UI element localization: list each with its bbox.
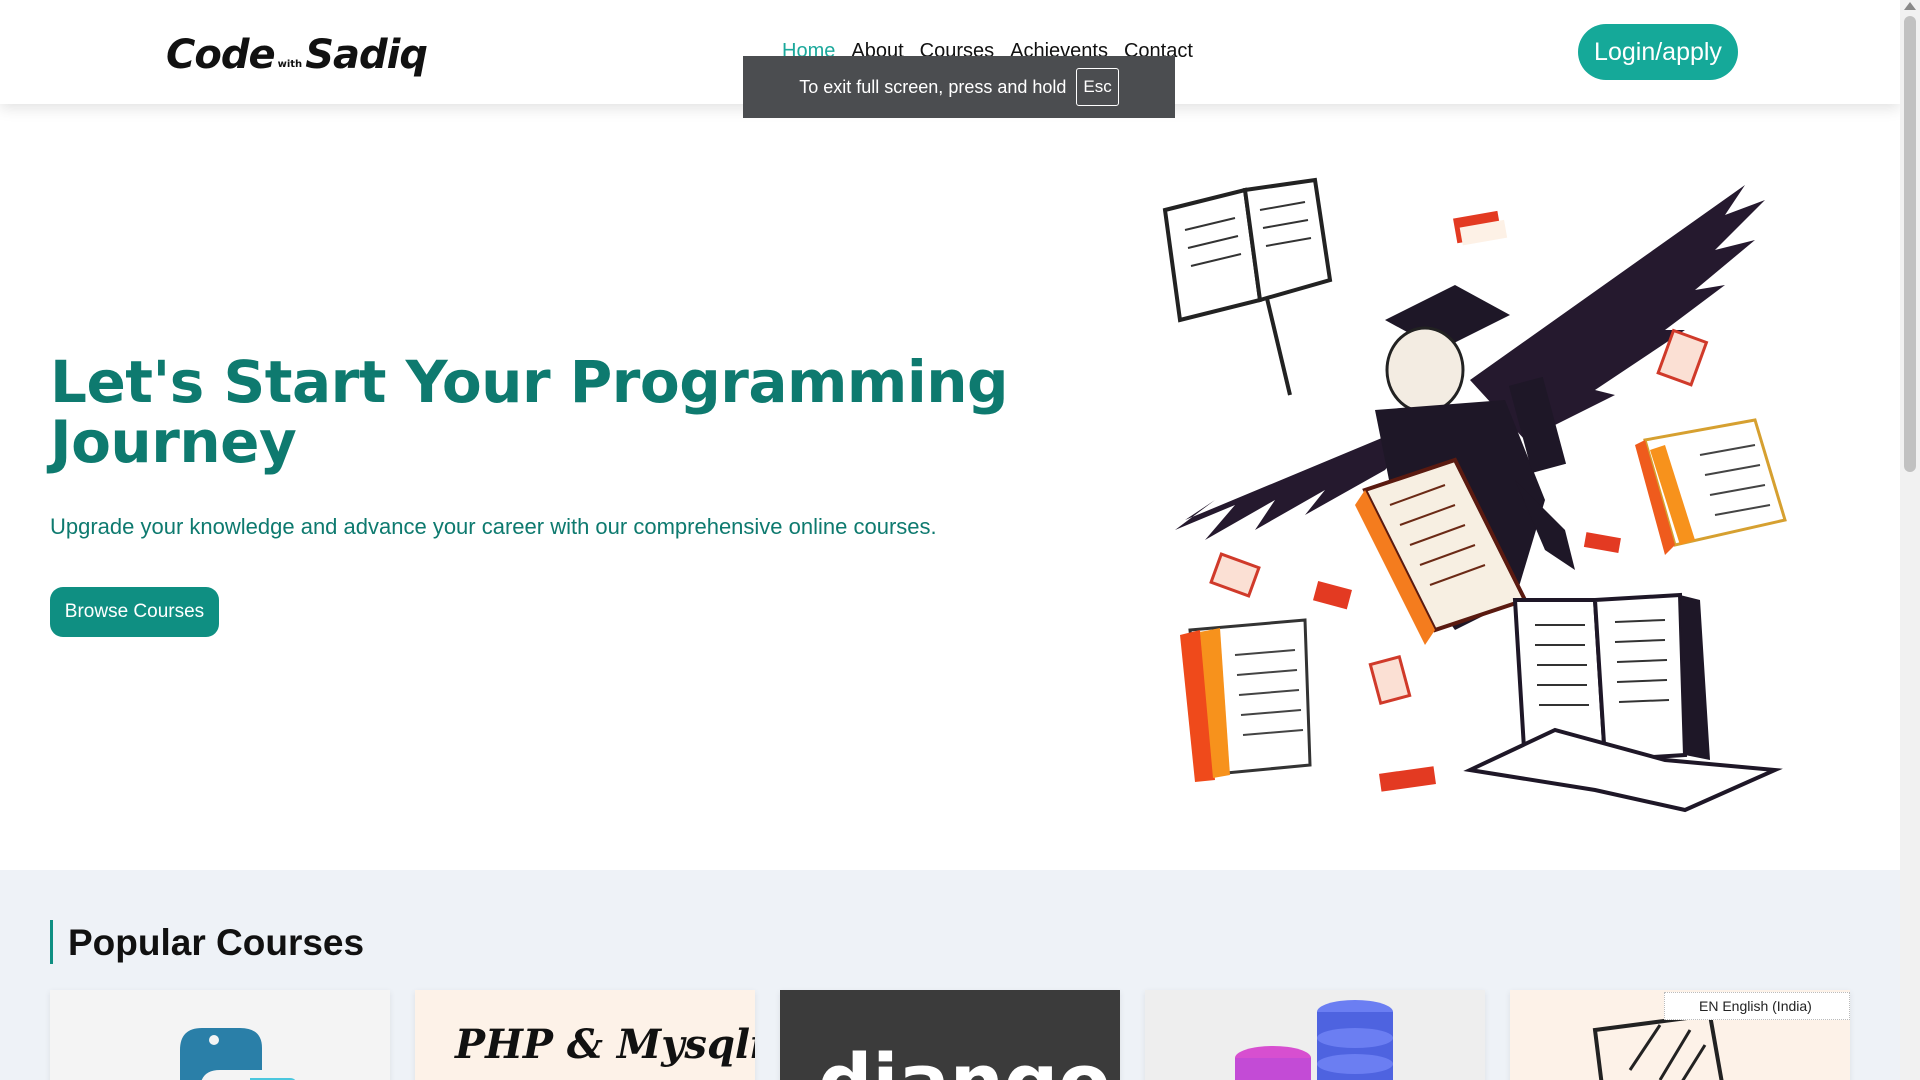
fullscreen-toast-text: To exit full screen, press and hold [799,76,1067,97]
scrollbar-thumb[interactable] [1904,16,1916,472]
open-book-top-left [1162,177,1333,396]
django-banner: django [818,1037,1110,1080]
page: Code with Sadiq Home About Courses Achie… [0,0,1900,1080]
course-card-php-mysqli[interactable]: PHP & Mysqli [415,990,755,1080]
logo-code: Code [166,32,276,78]
hero-title: Let's Start Your Programming Journey [50,348,1009,476]
database-stack-icon [1235,1000,1393,1080]
popular-courses-title: Popular Courses [68,922,365,963]
logo-with: with [277,59,303,70]
orange-book-right [1635,418,1787,555]
hero-illustration [1162,177,1787,813]
django-text: django [818,1037,1110,1080]
logo[interactable]: Code with Sadiq [166,28,428,78]
popular-courses-heading: Popular Courses [50,920,364,964]
open-book-bottom-right [1463,592,1783,813]
python-icon [180,1028,296,1080]
php-mysqli-banner: PHP & Mysqli [454,1021,755,1068]
hero-subtitle: Upgrade your knowledge and advance your … [50,514,937,539]
page-scrollbar[interactable] [1900,0,1920,1080]
language-indicator[interactable]: EN English (India) [1664,992,1850,1020]
course-card-python[interactable] [50,990,390,1080]
login-apply-button[interactable]: Login/apply [1578,24,1738,80]
esc-key-badge: Esc [1076,68,1119,106]
php-mysqli-text: PHP & Mysqli [454,1021,755,1068]
browse-courses-button[interactable]: Browse Courses [50,587,219,637]
scroll-up-icon[interactable] [1904,2,1916,10]
course-card-database[interactable] [1145,990,1485,1080]
fullscreen-exit-toast: To exit full screen, press and hold Esc [743,56,1175,118]
orange-book-bottom-left [1180,618,1312,782]
logo-sadiq: Sadiq [305,32,428,78]
course-card-django[interactable]: django [780,990,1120,1080]
popular-courses-section: Popular Courses PHP & Mysqli django [0,870,1900,1080]
